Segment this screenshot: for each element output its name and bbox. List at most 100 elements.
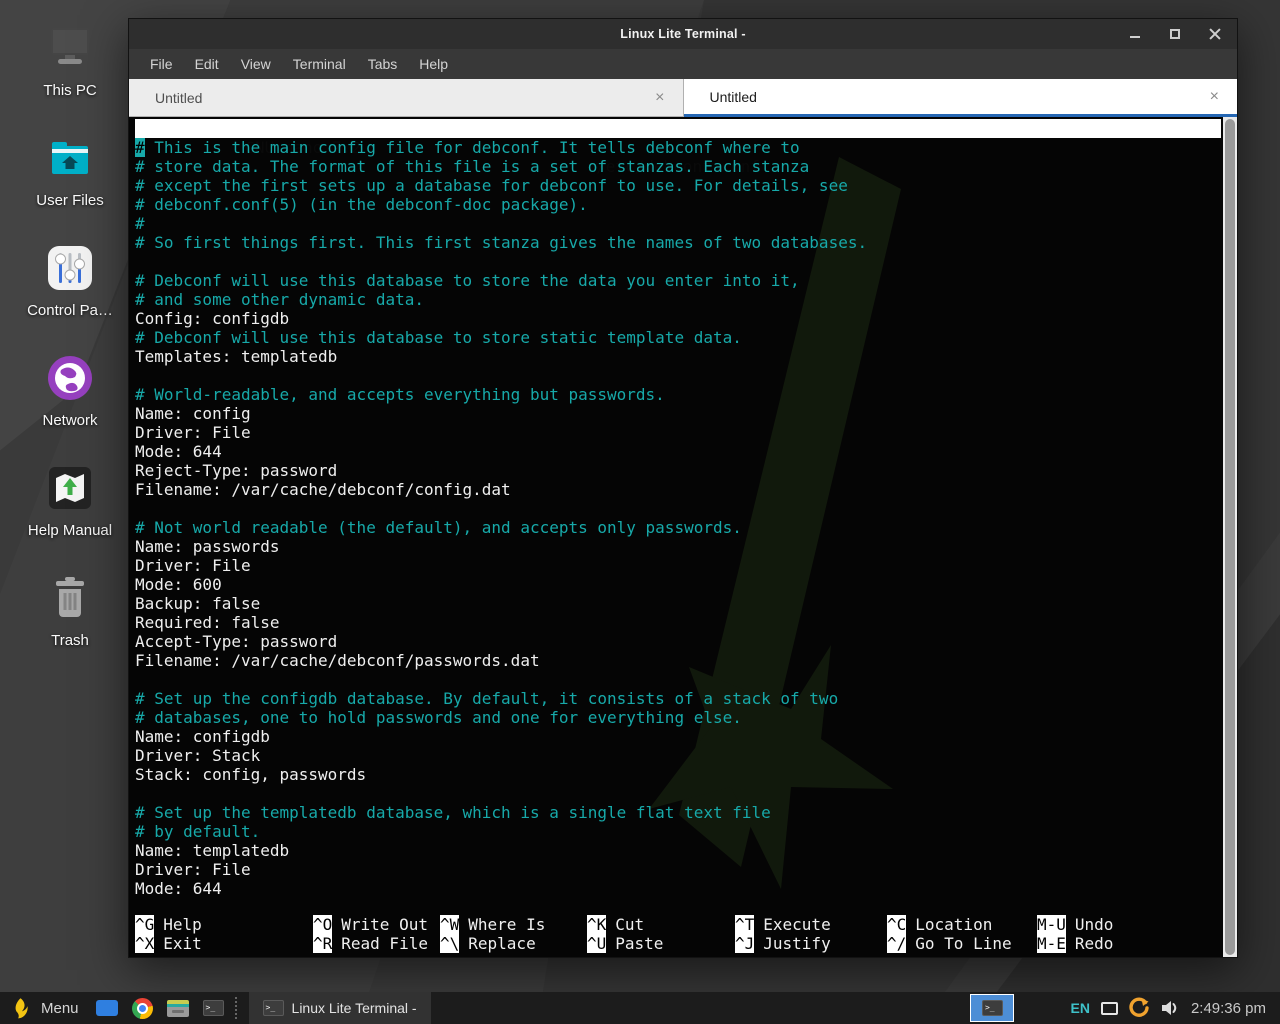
- scrollbar-thumb[interactable]: [1225, 119, 1235, 955]
- shortcut-label: Justify: [763, 934, 830, 953]
- window-controls: [1129, 19, 1221, 49]
- shortcut-label: Execute: [763, 915, 830, 934]
- desktop-icon-user-files[interactable]: User Files: [14, 130, 126, 240]
- terminal-line: # by default.: [135, 822, 1223, 841]
- nano-shortcut-cut: ^KCut: [587, 915, 735, 934]
- terminal-line: # Not world readable (the default), and …: [135, 518, 1223, 537]
- nano-shortcut-write-out: ^OWrite Out: [313, 915, 440, 934]
- maximize-icon[interactable]: [1169, 28, 1181, 40]
- nano-shortcut-go-to-line: ^/Go To Line: [887, 934, 1037, 953]
- volume-icon[interactable]: [1160, 999, 1180, 1017]
- terminal-line: # debconf.conf(5) (in the debconf-doc pa…: [135, 195, 1223, 214]
- terminal-line: # Set up the templatedb database, which …: [135, 803, 1223, 822]
- terminal-line: Driver: File: [135, 556, 1223, 575]
- shortcut-key: M-E: [1037, 934, 1066, 953]
- shortcut-label: Where Is: [468, 915, 545, 934]
- trash-icon: [44, 570, 96, 626]
- shortcut-key: ^J: [735, 934, 754, 953]
- desktop-icon-label: Control Pa…: [27, 302, 113, 319]
- nano-shortcut-justify: ^J Justify: [735, 934, 887, 953]
- display-settings-icon[interactable]: [1101, 1002, 1118, 1015]
- terminal-line: Mode: 644: [135, 879, 1223, 898]
- shortcut-key: ^C: [887, 915, 906, 934]
- terminal-line: Name: templatedb: [135, 841, 1223, 860]
- terminal-line: Templates: templatedb: [135, 347, 1223, 366]
- shortcut-label: Exit: [163, 934, 202, 953]
- taskbar-separator: [235, 997, 241, 1019]
- file-manager-icon[interactable]: [167, 1000, 189, 1017]
- scrollbar-track[interactable]: [1223, 117, 1237, 957]
- system-tray: >_ EN 2:49:36 pm: [970, 994, 1274, 1022]
- menu-item-file[interactable]: File: [139, 49, 184, 79]
- terminal-line: Accept-Type: password: [135, 632, 1223, 651]
- terminal-content[interactable]: GNU nano 7.2 /etc/debconf.conf # This is…: [129, 117, 1223, 957]
- menu-item-tabs[interactable]: Tabs: [357, 49, 409, 79]
- nano-title-bar: GNU nano 7.2 /etc/debconf.conf: [135, 119, 1221, 138]
- shortcut-key: ^W: [440, 915, 459, 934]
- terminal-line: # store data. The format of this file is…: [135, 157, 1223, 176]
- terminal-line: [135, 670, 1223, 689]
- nano-shortcut-bar: ^GHelp^XExit^OWrite Out^RRead File^WWher…: [135, 915, 1207, 953]
- terminal-line: Mode: 600: [135, 575, 1223, 594]
- keyboard-layout-indicator[interactable]: EN: [1070, 1000, 1089, 1016]
- menu-item-edit[interactable]: Edit: [184, 49, 230, 79]
- desktop-icon-help-manual[interactable]: Help Manual: [14, 460, 126, 570]
- terminal-line: Driver: Stack: [135, 746, 1223, 765]
- terminal-window: Linux Lite Terminal - FileEditViewTermin…: [128, 18, 1238, 958]
- shortcut-key: ^G: [135, 915, 154, 934]
- chrome-icon[interactable]: [132, 998, 153, 1019]
- terminal-line: Config: configdb: [135, 309, 1223, 328]
- terminal-launcher-icon[interactable]: >_: [203, 1000, 224, 1016]
- terminal-icon: >_: [203, 1000, 224, 1016]
- menu-button[interactable]: Menu: [41, 1000, 79, 1017]
- desktop-icon-this-pc[interactable]: This PC: [14, 20, 126, 130]
- tray-terminal-button[interactable]: >_: [970, 994, 1014, 1022]
- tab-1[interactable]: Untitled×: [129, 79, 684, 117]
- nano-buffer: # This is the main config file for debco…: [135, 138, 1223, 898]
- terminal-line: # This is the main config file for debco…: [135, 138, 1223, 157]
- tab-2[interactable]: Untitled×: [684, 79, 1238, 117]
- desktop-icon-control-panel[interactable]: Control Pa…: [14, 240, 126, 350]
- menu-bar: FileEditViewTerminalTabsHelp: [129, 49, 1237, 79]
- shortcut-key: ^/: [887, 934, 906, 953]
- show-desktop-icon[interactable]: [96, 1000, 118, 1016]
- shortcut-label: Location: [915, 915, 992, 934]
- tab-close-icon[interactable]: ×: [1210, 89, 1219, 105]
- terminal-line: # databases, one to hold passwords and o…: [135, 708, 1223, 727]
- shortcut-key: ^T: [735, 915, 754, 934]
- menu-item-terminal[interactable]: Terminal: [282, 49, 357, 79]
- terminal-line: # except the first sets up a database fo…: [135, 176, 1223, 195]
- desktop-icon-label: User Files: [36, 192, 104, 209]
- window-title-bar[interactable]: Linux Lite Terminal -: [129, 19, 1237, 49]
- close-icon[interactable]: [1209, 28, 1221, 40]
- minimize-icon[interactable]: [1129, 28, 1141, 40]
- menu-item-view[interactable]: View: [230, 49, 282, 79]
- tab-bar: Untitled×Untitled×: [129, 79, 1237, 117]
- terminal-line: [135, 252, 1223, 271]
- terminal-line: # World-readable, and accepts everything…: [135, 385, 1223, 404]
- tab-label: Untitled: [155, 90, 655, 106]
- terminal-icon: >_: [982, 1000, 1003, 1016]
- desktop-icon-trash[interactable]: Trash: [14, 570, 126, 680]
- terminal-line: Filename: /var/cache/debconf/config.dat: [135, 480, 1223, 499]
- menu-item-help[interactable]: Help: [408, 49, 459, 79]
- nano-shortcut-location: ^C Location: [887, 915, 1037, 934]
- linux-lite-logo-icon[interactable]: [13, 997, 28, 1020]
- update-notifier-icon[interactable]: [1128, 997, 1150, 1019]
- terminal-line: Stack: config, passwords: [135, 765, 1223, 784]
- network-globe-icon: [44, 350, 96, 406]
- clock[interactable]: 2:49:36 pm: [1191, 1000, 1266, 1017]
- shortcut-label: Redo: [1075, 934, 1114, 953]
- shortcut-key: ^K: [587, 915, 606, 934]
- taskbar-task-button[interactable]: >_ Linux Lite Terminal -: [249, 992, 431, 1024]
- help-manual-icon: [44, 460, 96, 516]
- terminal-line: #: [135, 214, 1223, 233]
- desktop-icon-label: Network: [42, 412, 97, 429]
- desktop-icon-label: Trash: [51, 632, 89, 649]
- tab-label: Untitled: [710, 89, 1210, 105]
- control-panel-icon: [44, 240, 96, 296]
- tab-close-icon[interactable]: ×: [655, 90, 664, 106]
- text-cursor: #: [135, 138, 145, 157]
- terminal-line: Reject-Type: password: [135, 461, 1223, 480]
- desktop-icon-network[interactable]: Network: [14, 350, 126, 460]
